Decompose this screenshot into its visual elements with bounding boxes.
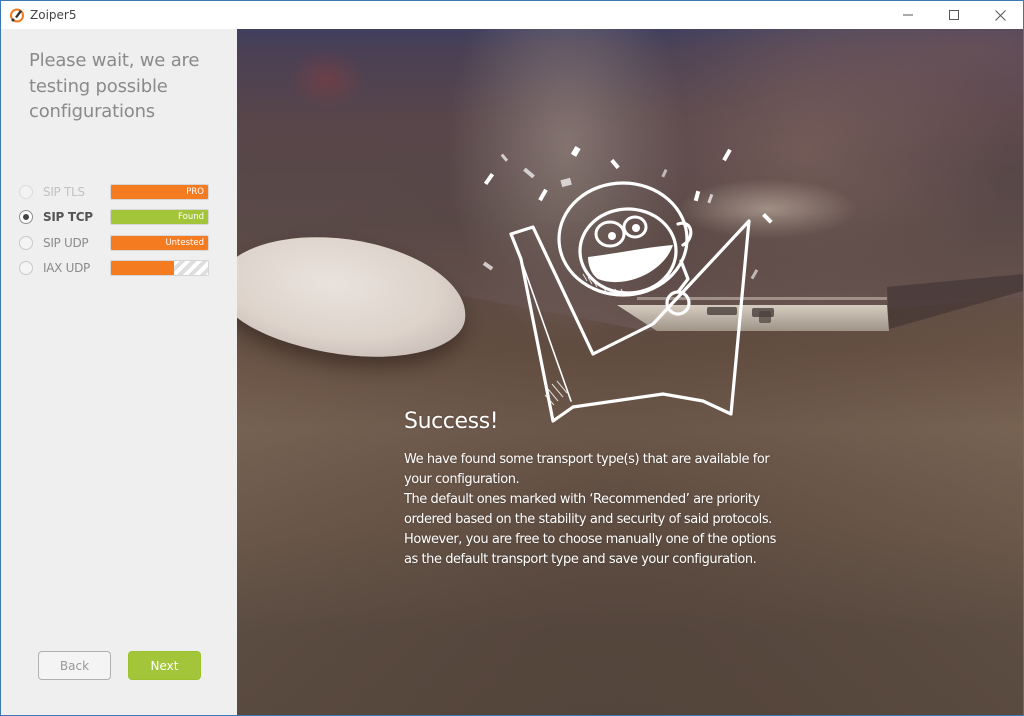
progress-bar-fill [111, 261, 175, 276]
transport-item-sip-tcp[interactable]: SIP TCP Found [19, 205, 219, 231]
transport-label: SIP TCP [43, 210, 93, 225]
hero-panel: Success! We have found some transport ty… [237, 29, 1023, 715]
transport-item-iax-udp[interactable]: IAX UDP [19, 256, 219, 282]
transport-list: SIP TLS PRO SIP TCP Found SIP UDP Untest… [19, 179, 219, 281]
status-bar: Found [110, 209, 209, 226]
radio-iax-udp[interactable] [19, 261, 33, 276]
maximize-icon [949, 10, 959, 20]
next-button[interactable]: Next [128, 651, 201, 680]
close-button[interactable] [977, 1, 1023, 29]
status-bar: PRO [110, 183, 209, 200]
status-badge: PRO [186, 186, 204, 197]
radio-sip-tls[interactable] [19, 184, 33, 199]
radio-sip-udp[interactable] [19, 235, 33, 250]
status-badge: Found [178, 212, 204, 223]
maximize-button[interactable] [931, 1, 977, 29]
transport-label: SIP TLS [43, 184, 85, 199]
progress-bar [110, 260, 209, 277]
radio-sip-tcp[interactable] [19, 210, 33, 225]
transport-label: IAX UDP [43, 261, 90, 276]
app-window: Zoiper5 Please wait, we are testing poss… [0, 0, 1024, 716]
celebrating-mascot-illustration [482, 146, 773, 423]
success-description: We have found some transport type(s) tha… [404, 452, 776, 567]
transport-label: SIP UDP [43, 235, 89, 250]
title-bar: Zoiper5 [1, 1, 1023, 29]
close-icon [994, 9, 1006, 21]
result-message: Success! We have found some transport ty… [404, 409, 824, 570]
success-heading: Success! [404, 409, 499, 434]
minimize-icon [903, 14, 913, 16]
status-badge: Untested [165, 237, 204, 248]
status-bar: Untested [110, 234, 209, 251]
transport-item-sip-udp[interactable]: SIP UDP Untested [19, 230, 219, 256]
zoiper-logo-icon [9, 7, 25, 23]
back-button[interactable]: Back [38, 651, 111, 680]
page-title: Please wait, we are testing possible con… [29, 50, 200, 122]
sidebar: Please wait, we are testing possible con… [1, 29, 237, 715]
minimize-button[interactable] [885, 1, 931, 29]
transport-item-sip-tls[interactable]: SIP TLS PRO [19, 179, 219, 205]
window-title: Zoiper5 [30, 8, 77, 22]
progress-bar-remaining [174, 261, 208, 276]
window-controls [885, 1, 1023, 29]
